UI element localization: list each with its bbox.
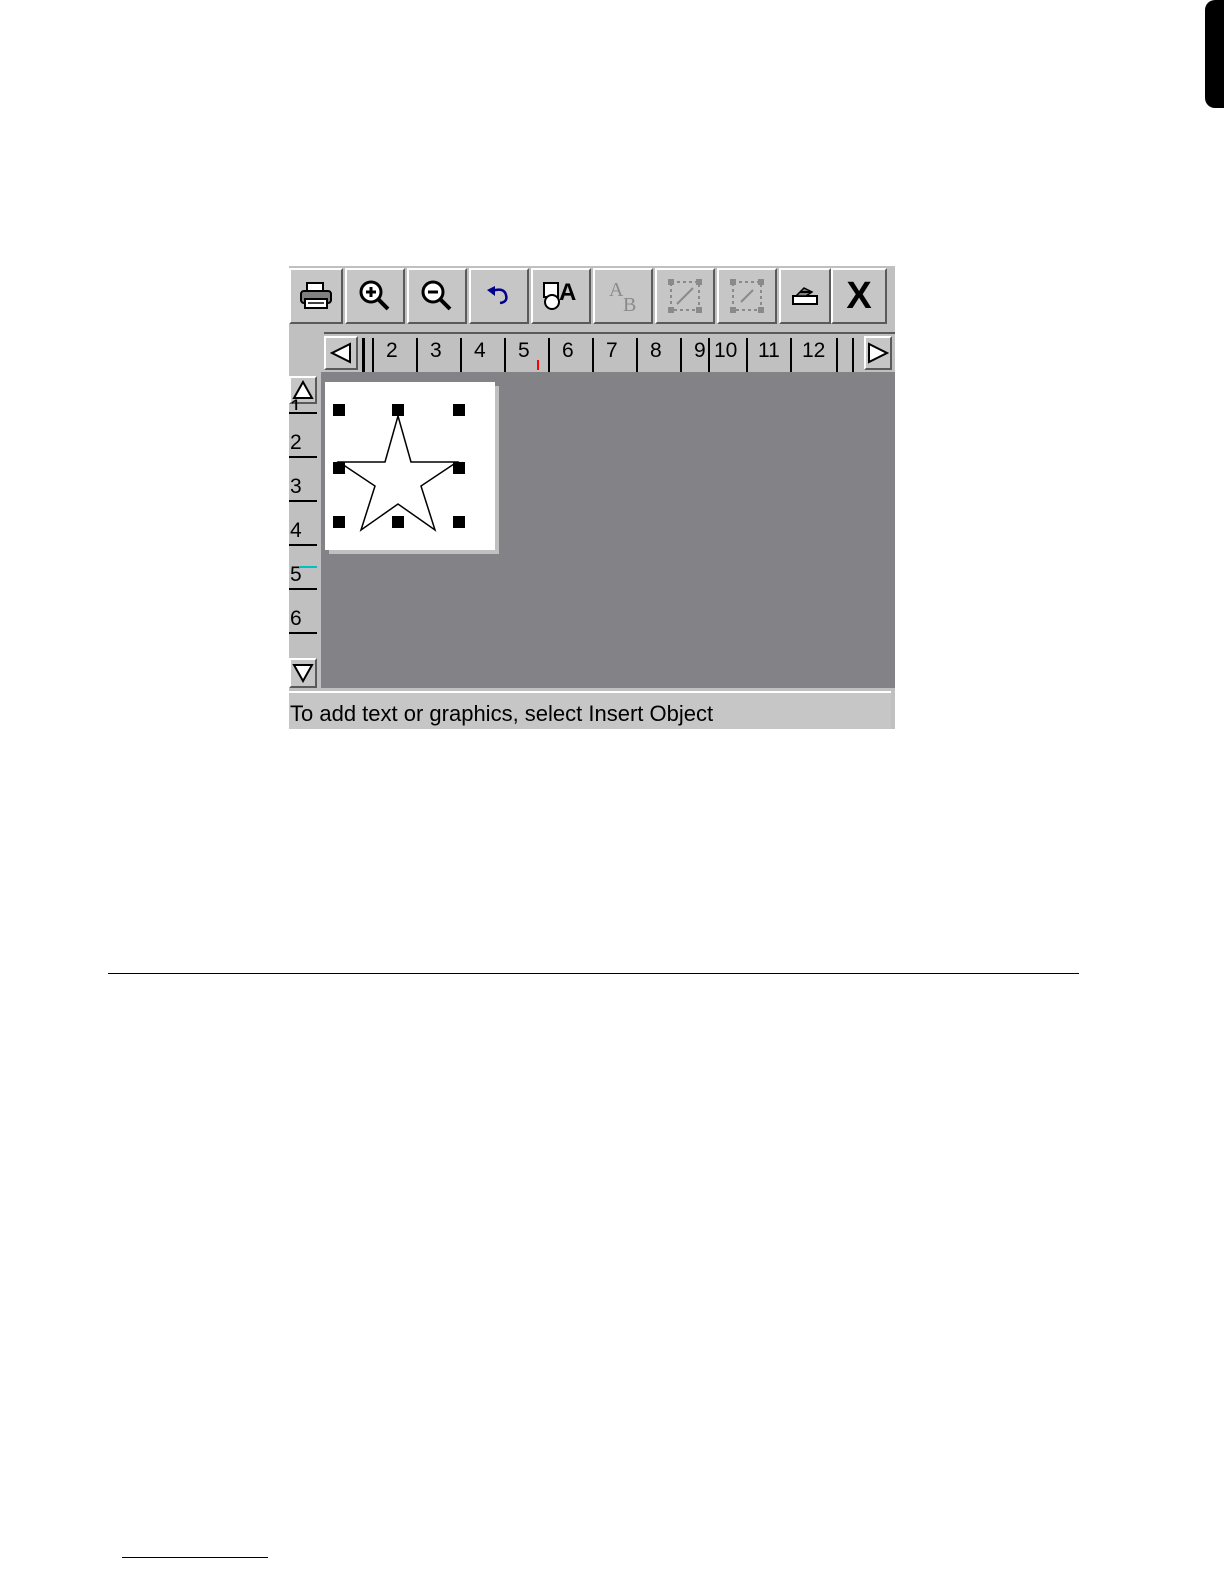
ruler-tick bbox=[289, 500, 317, 502]
status-bar: To add text or graphics, select Insert O… bbox=[289, 691, 891, 729]
select-frame-button[interactable] bbox=[655, 268, 715, 324]
ruler-number: 10 bbox=[714, 339, 738, 362]
ruler-number: 2 bbox=[290, 431, 302, 454]
ruler-cursor-marker bbox=[537, 360, 539, 370]
insert-object-icon: A bbox=[543, 279, 576, 310]
vertical-ruler: 1 2 3 4 5 6 bbox=[289, 374, 321, 692]
page-edge-tab bbox=[1205, 0, 1224, 108]
tool-icon bbox=[792, 287, 818, 305]
text-format-glyph-b: B bbox=[623, 294, 636, 314]
toolbar: A A B X bbox=[289, 266, 895, 328]
ruler-tick bbox=[746, 338, 748, 372]
selection-handle[interactable] bbox=[453, 404, 465, 416]
status-text: To add text or graphics, select Insert O… bbox=[290, 701, 714, 726]
selection-handle[interactable] bbox=[333, 516, 345, 528]
selection-handle[interactable] bbox=[333, 404, 345, 416]
ruler-tick bbox=[289, 456, 317, 458]
ruler-number: 3 bbox=[430, 339, 442, 362]
selection-handle[interactable] bbox=[333, 462, 345, 474]
zoom-in-button[interactable] bbox=[345, 268, 405, 324]
close-icon: X bbox=[846, 275, 872, 317]
ruler-tick bbox=[289, 544, 317, 546]
zoom-out-button[interactable] bbox=[407, 268, 467, 324]
ruler-tick bbox=[460, 338, 462, 372]
selection-handle[interactable] bbox=[453, 516, 465, 528]
ruler-number: 5 bbox=[518, 339, 530, 362]
footnote-rule bbox=[122, 1557, 268, 1558]
ruler-tick bbox=[680, 338, 682, 372]
text-format-icon: A B bbox=[609, 279, 636, 314]
printer-icon bbox=[300, 282, 332, 309]
page-divider bbox=[108, 973, 1079, 974]
ruler-cursor-marker bbox=[299, 566, 317, 568]
scroll-right-button[interactable] bbox=[864, 336, 892, 370]
ruler-tick bbox=[504, 338, 506, 372]
design-canvas[interactable] bbox=[321, 372, 895, 688]
ruler-tick bbox=[708, 338, 710, 372]
ruler-number: 4 bbox=[290, 519, 302, 542]
ruler-tick bbox=[372, 338, 374, 372]
horizontal-ruler: 2 3 4 5 6 7 8 9 10 11 12 bbox=[324, 332, 895, 372]
scroll-left-button[interactable] bbox=[324, 336, 358, 370]
ruler-tick bbox=[548, 338, 550, 372]
text-format-button[interactable]: A B bbox=[593, 268, 653, 324]
selection-handle[interactable] bbox=[392, 404, 404, 416]
ruler-tick bbox=[836, 338, 838, 372]
insert-object-glyph: A bbox=[559, 279, 576, 306]
ruler-number: 3 bbox=[290, 475, 302, 498]
ruler-tick bbox=[636, 338, 638, 372]
close-button[interactable]: X bbox=[831, 268, 887, 324]
undo-button[interactable] bbox=[469, 268, 529, 324]
ruler-tick bbox=[592, 338, 594, 372]
ruler-number: 7 bbox=[606, 339, 618, 362]
select-frame-icon bbox=[668, 279, 702, 313]
ruler-number: 11 bbox=[758, 339, 780, 362]
select-partial-button[interactable] bbox=[717, 268, 777, 324]
triangle-left-icon bbox=[330, 342, 351, 364]
undo-icon bbox=[487, 286, 508, 305]
ruler-number: 4 bbox=[474, 339, 486, 362]
zoom-out-icon bbox=[421, 280, 452, 311]
selection-handle[interactable] bbox=[453, 462, 465, 474]
ruler-tick bbox=[289, 412, 317, 414]
settings-button[interactable] bbox=[779, 268, 831, 324]
print-button[interactable] bbox=[289, 268, 343, 324]
star-shape[interactable] bbox=[325, 382, 495, 550]
ruler-tick bbox=[289, 588, 317, 590]
ruler-tick bbox=[289, 632, 317, 634]
ruler-tick bbox=[416, 338, 418, 372]
triangle-down-icon bbox=[292, 664, 314, 683]
ruler-number: 1 bbox=[290, 396, 302, 410]
insert-object-button[interactable]: A bbox=[531, 268, 591, 324]
ruler-number: 2 bbox=[386, 339, 398, 362]
ruler-number: 12 bbox=[802, 339, 826, 362]
ruler-number: 8 bbox=[650, 339, 662, 362]
select-partial-icon bbox=[730, 279, 764, 313]
ruler-track: 2 3 4 5 6 7 8 9 10 11 12 bbox=[362, 336, 858, 372]
ruler-number: 6 bbox=[562, 339, 574, 362]
ruler-number: 6 bbox=[290, 607, 302, 630]
text-format-glyph-a: A bbox=[609, 279, 624, 301]
label-area[interactable] bbox=[325, 382, 495, 550]
triangle-right-icon bbox=[868, 342, 889, 364]
label-editor-window: A A B X 2 3 4 5 6 7 8 9 10 11 12 1 2 3 4… bbox=[289, 266, 895, 729]
zoom-in-icon bbox=[359, 280, 390, 311]
scroll-down-button[interactable] bbox=[289, 658, 317, 688]
ruler-tick bbox=[790, 338, 792, 372]
ruler-number: 9 bbox=[694, 339, 706, 362]
ruler-end-tick bbox=[852, 338, 854, 372]
selection-handle[interactable] bbox=[392, 516, 404, 528]
ruler-origin-tick bbox=[362, 338, 365, 372]
